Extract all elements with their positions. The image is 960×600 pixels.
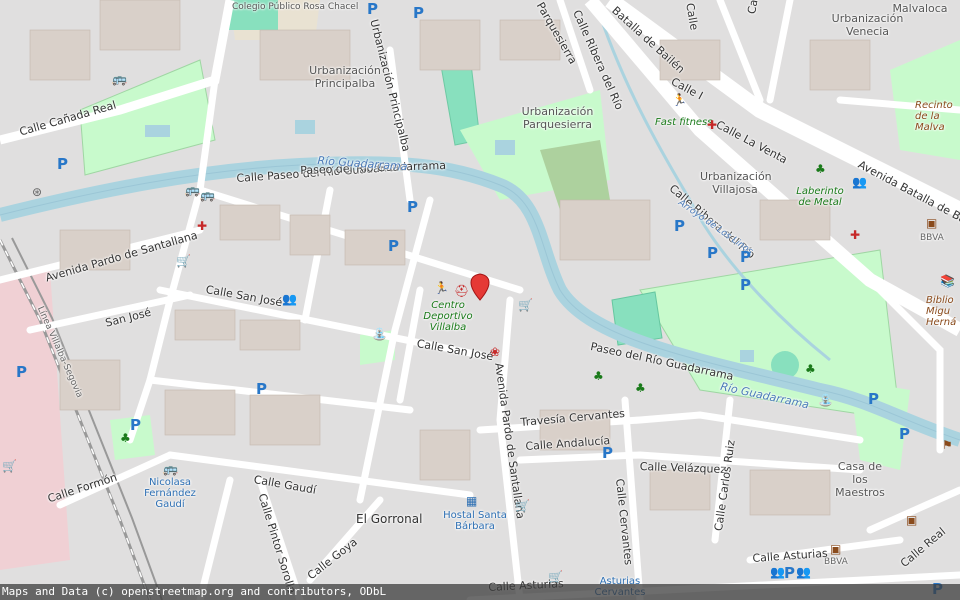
area-malvaloca: Malvaloca — [892, 2, 948, 15]
library-icon[interactable]: 📚 — [940, 275, 955, 287]
playground-icon[interactable]: ♣ — [635, 382, 646, 394]
bank-icon[interactable]: ▣ — [926, 217, 937, 229]
bank-icon[interactable]: ▣ — [906, 514, 917, 526]
area-colegio: Colegio Público Rosa Chacel — [232, 2, 359, 12]
area-urbanizacion-villajosa: Urbanización Villajosa — [700, 170, 772, 196]
poi-nicolasa: Nicolasa Fernández Gaudí — [144, 477, 196, 510]
shop-icon[interactable]: 🛒 — [176, 255, 191, 267]
poi-hostal: Hostal Santa Bárbara — [443, 510, 507, 532]
shop-icon[interactable]: 🛒 — [515, 500, 530, 512]
parking-icon[interactable]: P — [899, 425, 910, 443]
map-canvas[interactable]: Colegio Público Rosa Chacel Urbanización… — [0, 0, 960, 600]
fitness-icon[interactable]: 🏃 — [672, 94, 687, 106]
parking-icon[interactable]: P — [57, 155, 68, 173]
poi-centro-deportivo: Centro Deportivo Villalba — [423, 300, 473, 333]
pharmacy-icon[interactable]: ✚ — [850, 229, 860, 241]
parking-icon[interactable]: P — [868, 390, 879, 408]
area-recinto: Recinto de la Malva — [915, 100, 953, 133]
parking-icon[interactable]: P — [407, 198, 418, 216]
parking-icon[interactable]: P — [784, 564, 795, 582]
sports-icon[interactable]: 🏃 — [434, 282, 449, 294]
poi-laberinto: Laberinto de Metal — [796, 186, 844, 208]
parking-icon[interactable]: P — [740, 248, 751, 266]
shop-icon[interactable]: 🛒 — [2, 460, 17, 472]
parking-icon[interactable]: P — [388, 237, 399, 255]
parking-icon[interactable]: P — [413, 4, 424, 22]
parking-icon[interactable]: P — [16, 363, 27, 381]
poi-fast-fitness: Fast fitness — [655, 117, 713, 128]
hotel-icon[interactable]: ▦ — [466, 495, 477, 507]
parking-icon[interactable]: P — [740, 276, 751, 294]
poi-bbva-1: BBVA — [920, 233, 944, 243]
pharmacy-icon[interactable]: ✚ — [197, 220, 207, 232]
pharmacy-icon[interactable]: ✚ — [707, 119, 717, 131]
bus-stop-icon[interactable]: 🚌 — [200, 189, 215, 201]
parking-icon[interactable]: P — [674, 217, 685, 235]
area-el-gorronal: El Gorronal — [356, 512, 423, 526]
first-aid-icon[interactable]: ⛑ — [454, 285, 469, 297]
area-biblioteca: Biblio Migu Herná — [926, 295, 957, 328]
area-urbanizacion-venecia: Urbanización Venecia — [831, 12, 904, 38]
parking-icon[interactable]: P — [707, 244, 718, 262]
map-attribution: Maps and Data (c) openstreetmap.org and … — [0, 584, 960, 600]
maze-icon[interactable]: ♣ — [815, 163, 826, 175]
drinking-water-icon[interactable]: ⛲ — [818, 394, 833, 406]
shop-icon[interactable]: 🛒 — [518, 299, 533, 311]
tower-icon[interactable]: ⊛ — [32, 186, 42, 198]
area-casa-maestros: Casa de los Maestros — [835, 460, 885, 499]
bus-stop-icon[interactable]: 🚌 — [112, 73, 127, 85]
parking-icon[interactable]: P — [602, 444, 613, 462]
drinking-water-icon[interactable]: ⛲ — [372, 328, 387, 340]
community-icon[interactable]: 👥 — [770, 566, 785, 578]
bank-icon[interactable]: ▣ — [830, 543, 841, 555]
area-urbanizacion-principalba: Urbanización Principalba — [309, 64, 381, 90]
parking-icon[interactable]: P — [367, 0, 378, 18]
area-urbanizacion-parquesierra: Urbanización Parquesierra — [521, 105, 594, 131]
playground-icon[interactable]: ♣ — [805, 363, 816, 375]
playground-icon[interactable]: ♣ — [593, 370, 604, 382]
community-icon[interactable]: 👥 — [796, 566, 811, 578]
parking-icon[interactable]: P — [256, 380, 267, 398]
shop-icon[interactable]: 🛒 — [548, 571, 563, 583]
playground-icon[interactable]: ♣ — [120, 432, 131, 444]
community-icon[interactable]: 👥 — [852, 176, 867, 188]
vet-icon[interactable]: ❀ — [490, 346, 500, 358]
bus-stop-icon[interactable]: 🚌 — [163, 463, 178, 475]
info-icon[interactable]: ⚑ — [942, 439, 953, 451]
bus-stop-icon[interactable]: 🚌 — [185, 184, 200, 196]
parking-icon[interactable]: P — [130, 416, 141, 434]
community-icon[interactable]: 👥 — [282, 293, 297, 305]
